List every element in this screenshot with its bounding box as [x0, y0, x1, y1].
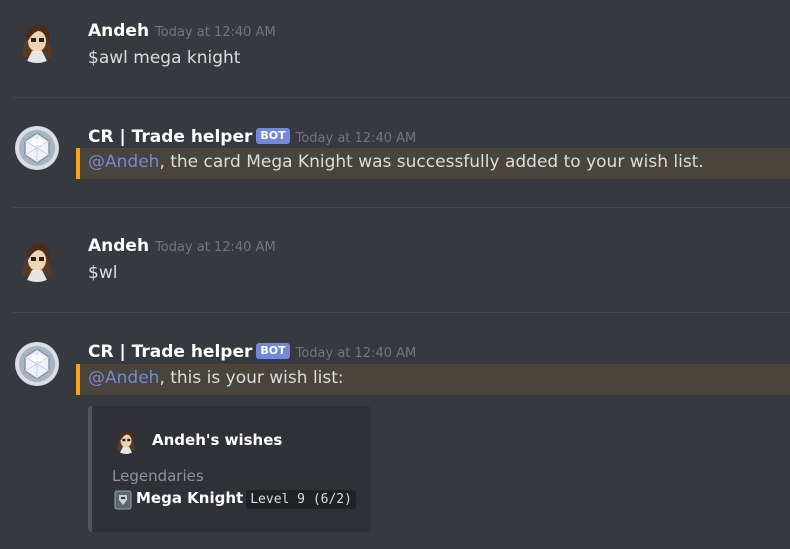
author-name[interactable]: CR | Trade helper [88, 127, 252, 147]
bot-tag: BOT [256, 343, 290, 359]
mention-highlight: @Andeh, the card Mega Knight was success… [76, 148, 790, 179]
embed-author-name: Andeh's wishes [152, 431, 283, 449]
mention-highlight: @Andeh, this is your wish list: [76, 364, 790, 395]
message-body: , the card Mega Knight was successfully … [159, 152, 704, 172]
bot-tag: BOT [256, 128, 290, 144]
author-name[interactable]: CR | Trade helper [88, 342, 252, 362]
chat-log: Andeh Today at 12:40 AM $awl mega knight … [0, 0, 790, 549]
message-author-row: Andeh Today at 12:40 AM [88, 236, 276, 256]
card-entry: Mega Knight Level 9 (6/2) [114, 489, 356, 513]
silver-gem-icon [15, 126, 59, 170]
user-avatar[interactable] [14, 17, 60, 63]
author-name[interactable]: Andeh [88, 21, 149, 41]
timestamp[interactable]: Today at 12:40 AM [296, 346, 417, 361]
message-text: $wl [88, 263, 118, 283]
anime-character-icon [14, 236, 60, 282]
message-author-row: CR | Trade helper BOT Today at 12:40 AM [88, 342, 416, 362]
timestamp[interactable]: Today at 12:40 AM [155, 25, 276, 40]
user-avatar[interactable] [14, 236, 60, 282]
card-level: Level 9 (6/2) [246, 490, 356, 509]
message-body: , this is your wish list: [159, 368, 344, 388]
author-name[interactable]: Andeh [88, 236, 149, 256]
message-text: @Andeh, the card Mega Knight was success… [88, 152, 704, 172]
message-divider [12, 312, 790, 313]
message-text: $awl mega knight [88, 48, 241, 68]
embed-author-avatar [112, 426, 140, 454]
message-author-row: Andeh Today at 12:40 AM [88, 21, 276, 41]
message-divider [12, 97, 790, 98]
silver-gem-icon [15, 342, 59, 386]
user-mention[interactable]: @Andeh [88, 368, 159, 388]
bot-avatar[interactable] [14, 125, 60, 171]
anime-character-icon [112, 426, 140, 454]
bot-avatar[interactable] [14, 341, 60, 387]
card-name: Mega Knight [136, 489, 244, 507]
timestamp[interactable]: Today at 12:40 AM [155, 240, 276, 255]
anime-character-icon [14, 17, 60, 63]
message-text: @Andeh, this is your wish list: [88, 368, 344, 388]
message-author-row: CR | Trade helper BOT Today at 12:40 AM [88, 127, 416, 147]
user-mention[interactable]: @Andeh [88, 152, 159, 172]
message-divider [12, 207, 790, 208]
mega-knight-card-icon [114, 490, 132, 510]
embed-field-name: Legendaries [112, 467, 204, 485]
timestamp[interactable]: Today at 12:40 AM [296, 131, 417, 146]
